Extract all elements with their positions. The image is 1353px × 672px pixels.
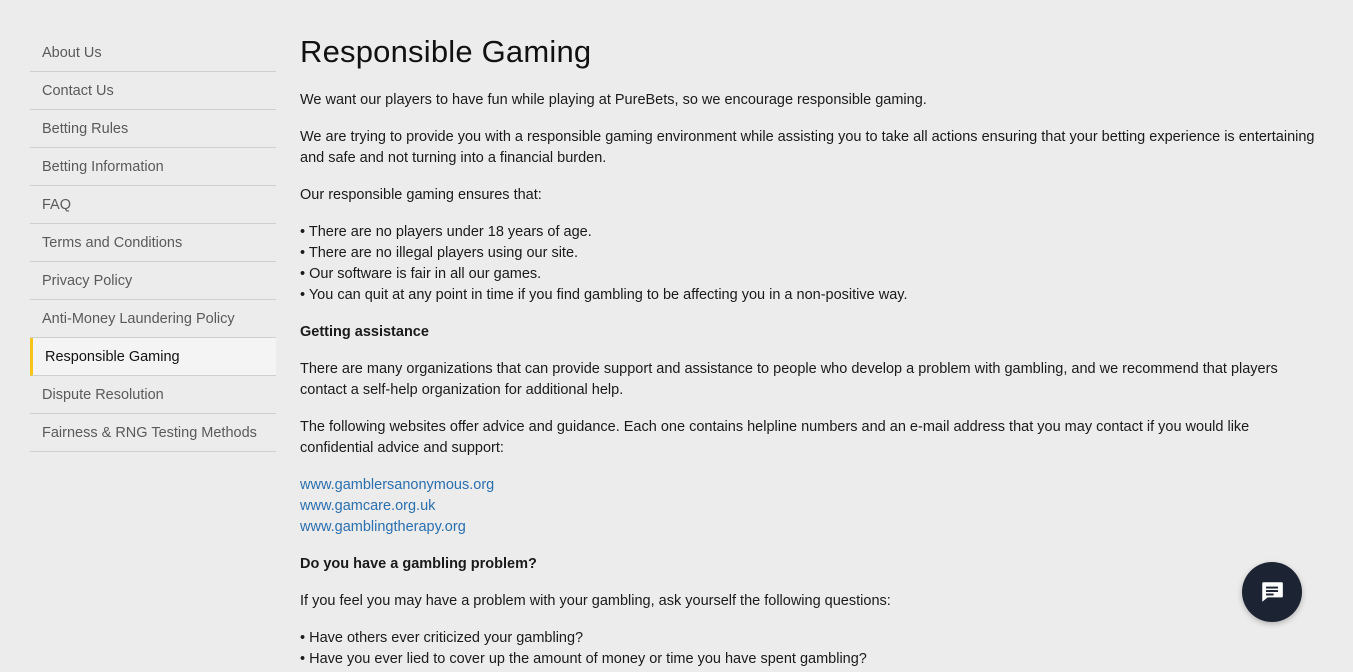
link-gamcare[interactable]: www.gamcare.org.uk <box>300 496 1320 517</box>
ensures-list: • There are no players under 18 years of… <box>300 222 1320 306</box>
sidebar-item-label: Anti-Money Laundering Policy <box>42 310 235 327</box>
chat-bubble-icon <box>1262 582 1283 602</box>
sidebar-item-about-us[interactable]: About Us <box>30 34 276 72</box>
list-item: • Our software is fair in all our games. <box>300 266 542 282</box>
list-item: • Have you ever lied to cover up the amo… <box>300 651 867 667</box>
sidebar-item-label: FAQ <box>42 196 72 213</box>
ensures-intro-paragraph: Our responsible gaming ensures that: <box>300 187 542 203</box>
sidebar-item-betting-rules[interactable]: Betting Rules <box>30 110 276 148</box>
sidebar-item-label: Betting Rules <box>42 120 129 137</box>
link-gamblersanonymous[interactable]: www.gamblersanonymous.org <box>300 475 1320 496</box>
sidebar-item-anti-money-laundering[interactable]: Anti-Money Laundering Policy <box>30 300 276 338</box>
sidebar-item-label: Betting Information <box>42 158 164 175</box>
sidebar-item-faq[interactable]: FAQ <box>30 186 276 224</box>
sidebar-item-dispute-resolution[interactable]: Dispute Resolution <box>30 376 276 414</box>
list-item: • There are no players under 18 years of… <box>300 224 592 240</box>
sidebar-item-label: Fairness & RNG Testing Methods <box>42 424 257 441</box>
getting-assistance-heading: Getting assistance <box>300 324 429 340</box>
questions-list: • Have others ever criticized your gambl… <box>300 628 1320 670</box>
sidebar-item-contact-us[interactable]: Contact Us <box>30 72 276 110</box>
sidebar-item-label: About Us <box>42 44 102 61</box>
environment-paragraph: We are trying to provide you with a resp… <box>300 129 1315 166</box>
sidebar-item-label: Contact Us <box>42 82 114 99</box>
assistance-paragraph: There are many organizations that can pr… <box>300 361 1278 398</box>
websites-paragraph: The following websites offer advice and … <box>300 419 1250 456</box>
main-content: Responsible Gaming We want our players t… <box>300 30 1320 672</box>
sidebar-item-label: Dispute Resolution <box>42 386 164 403</box>
list-item: • You can quit at any point in time if y… <box>300 287 908 303</box>
gambling-problem-heading: Do you have a gambling problem? <box>300 556 537 572</box>
page: About Us Contact Us Betting Rules Bettin… <box>0 0 1353 672</box>
list-item: • Have others ever criticized your gambl… <box>300 630 584 646</box>
problem-paragraph: If you feel you may have a problem with … <box>300 593 891 609</box>
sidebar-item-label: Terms and Conditions <box>42 234 183 251</box>
sidebar-item-responsible-gaming[interactable]: Responsible Gaming <box>30 338 276 376</box>
sidebar-item-privacy-policy[interactable]: Privacy Policy <box>30 262 276 300</box>
sidebar-item-fairness-rng[interactable]: Fairness & RNG Testing Methods <box>30 414 276 452</box>
link-gamblingtherapy[interactable]: www.gamblingtherapy.org <box>300 517 1320 538</box>
sidebar-item-terms-and-conditions[interactable]: Terms and Conditions <box>30 224 276 262</box>
help-links: www.gamblersanonymous.org www.gamcare.or… <box>300 475 1320 538</box>
sidebar-item-label: Privacy Policy <box>42 272 133 289</box>
intro-paragraph: We want our players to have fun while pl… <box>300 92 927 108</box>
sidebar-item-betting-information[interactable]: Betting Information <box>30 148 276 186</box>
list-item: • There are no illegal players using our… <box>300 245 579 261</box>
sidebar-item-label: Responsible Gaming <box>45 348 180 365</box>
sidebar-nav: About Us Contact Us Betting Rules Bettin… <box>30 34 276 452</box>
chat-button[interactable] <box>1242 562 1302 622</box>
page-title: Responsible Gaming <box>300 34 592 69</box>
